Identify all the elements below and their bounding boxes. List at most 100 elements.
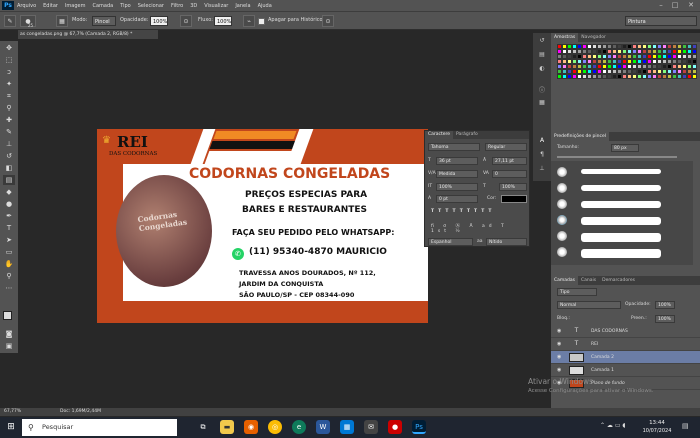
eyedropper-tool-icon[interactable]: ⚲ bbox=[3, 103, 15, 113]
menu-tipo[interactable]: Tipo bbox=[120, 3, 131, 9]
notifications-icon[interactable]: ▤ bbox=[682, 422, 689, 430]
antialias-select[interactable]: Nítido bbox=[486, 238, 527, 246]
task-view-icon[interactable]: ⧉ bbox=[196, 420, 210, 434]
language-select[interactable]: Espanhol bbox=[428, 238, 473, 246]
swatches-icon[interactable]: ▦ bbox=[537, 99, 547, 108]
tab-navigator[interactable]: Navegador bbox=[578, 33, 609, 42]
text-style-buttons[interactable]: TTTTTTTTT bbox=[431, 209, 495, 214]
horizontal-scale-input[interactable]: 100% bbox=[499, 183, 527, 191]
quick-select-tool-icon[interactable]: ✦ bbox=[3, 79, 15, 89]
font-size-input[interactable]: 36 pt bbox=[436, 157, 478, 165]
type-tool-icon[interactable]: T bbox=[3, 223, 15, 233]
gradient-tool-icon[interactable]: ▤ bbox=[3, 175, 15, 185]
menu-editar[interactable]: Editar bbox=[43, 3, 58, 9]
stamp-tool-icon[interactable]: ⊥ bbox=[3, 139, 15, 149]
move-tool-icon[interactable]: ✥ bbox=[3, 43, 15, 53]
brush-tip-1[interactable] bbox=[557, 167, 567, 177]
lasso-tool-icon[interactable]: ↄ bbox=[3, 67, 15, 77]
blur-tool-icon[interactable]: ◆ bbox=[3, 187, 15, 197]
brush-size-slider[interactable] bbox=[557, 156, 677, 158]
tab-paragraph[interactable]: Parágrafo bbox=[453, 131, 481, 139]
brush-tool-icon[interactable]: ✎ bbox=[4, 15, 16, 27]
blend-mode-select[interactable]: Normal bbox=[557, 301, 621, 309]
firefox-icon[interactable]: ◉ bbox=[244, 420, 258, 434]
mode-select[interactable]: Pincel bbox=[92, 16, 116, 26]
clock-date[interactable]: 10/07/2024 bbox=[642, 428, 672, 434]
foreground-color-swatch[interactable] bbox=[3, 311, 12, 320]
visibility-eye-icon[interactable]: ◉ bbox=[557, 325, 561, 338]
layer-das-codornas[interactable]: ◉ T DAS CODORNAS bbox=[551, 325, 700, 338]
menu-visualizar[interactable]: Visualizar bbox=[204, 3, 228, 9]
layer-camada-2[interactable]: ◉ Camada 2 bbox=[551, 351, 700, 364]
word-icon[interactable]: W bbox=[316, 420, 330, 434]
brush-tip-3[interactable] bbox=[557, 199, 567, 209]
pressure-size-icon[interactable]: ⊙ bbox=[322, 15, 334, 27]
workspace-select[interactable]: Pintura bbox=[625, 16, 697, 26]
brush-tip-6[interactable] bbox=[557, 247, 567, 257]
paragraph-icon[interactable]: ¶ bbox=[537, 151, 547, 160]
erase-history-checkbox[interactable] bbox=[258, 18, 265, 25]
clock-time[interactable]: 13:44 bbox=[642, 420, 672, 426]
brush-presets-title[interactable]: Predefinições de pincel bbox=[551, 132, 609, 141]
chrome-icon[interactable]: ◎ bbox=[268, 420, 282, 434]
hand-tool-icon[interactable]: ✋ bbox=[3, 259, 15, 269]
tab-layers[interactable]: Camadas bbox=[551, 276, 578, 285]
brush-panel-icon[interactable]: ▦ bbox=[56, 15, 68, 27]
layer-rei[interactable]: ◉ T REI bbox=[551, 338, 700, 351]
zoom-level[interactable]: 67,77% bbox=[4, 408, 21, 416]
font-family-select[interactable]: Tahoma bbox=[428, 143, 480, 151]
path-select-icon[interactable]: ➤ bbox=[3, 235, 15, 245]
marquee-tool-icon[interactable]: ⬚ bbox=[3, 55, 15, 65]
airbrush-icon[interactable]: ⌁ bbox=[243, 15, 255, 27]
brush-tool-icon[interactable]: ✎ bbox=[3, 127, 15, 137]
more-tools-icon[interactable]: ⋯ bbox=[3, 283, 15, 293]
pressure-opacity-icon[interactable]: ⊙ bbox=[180, 15, 192, 27]
menu-filtro[interactable]: Filtro bbox=[171, 3, 183, 9]
text-color-swatch[interactable] bbox=[501, 195, 527, 203]
brush-tip-4-selected[interactable] bbox=[557, 215, 567, 225]
eraser-tool-icon[interactable]: ◧ bbox=[3, 163, 15, 173]
layer-kind-filter[interactable]: Tipo bbox=[557, 288, 597, 296]
close-icon[interactable]: ✕ bbox=[684, 0, 698, 11]
dodge-tool-icon[interactable]: ● bbox=[3, 199, 15, 209]
flow-input[interactable]: 100% bbox=[214, 16, 232, 26]
document-canvas[interactable]: ♛ REI DAS CODORNAS Codornas Congeladas C… bbox=[97, 129, 428, 323]
brush-tip-5[interactable] bbox=[557, 231, 567, 241]
photoshop-taskbar-icon[interactable]: Ps bbox=[412, 420, 426, 434]
document-tab[interactable]: as congeladas.png @ 67,7% (Camada 2, RGB… bbox=[18, 30, 158, 39]
clone-source-icon[interactable]: ⊥ bbox=[537, 165, 547, 174]
screen-mode-icon[interactable]: ▣ bbox=[3, 341, 15, 351]
brush-size-input[interactable]: 80 px bbox=[611, 144, 639, 152]
windows-start-icon[interactable]: ⊞ bbox=[4, 420, 18, 434]
file-explorer-icon[interactable]: ▬ bbox=[220, 420, 234, 434]
character-icon[interactable]: A bbox=[537, 137, 547, 146]
font-style-select[interactable]: Regular bbox=[485, 143, 527, 151]
tab-channels[interactable]: Canais bbox=[578, 276, 599, 285]
edge-icon[interactable]: e bbox=[292, 420, 306, 434]
visibility-eye-icon[interactable]: ◉ bbox=[557, 351, 561, 364]
store-icon[interactable]: ▦ bbox=[340, 420, 354, 434]
properties-icon[interactable]: ▤ bbox=[537, 51, 547, 60]
kerning-select[interactable]: Medida bbox=[436, 170, 478, 178]
opentype-buttons[interactable]: ﬁ σ Ⓐ Ā ad T 1st ½ bbox=[431, 223, 529, 234]
menu-camada[interactable]: Camada bbox=[92, 3, 113, 9]
zoom-tool-icon[interactable]: ⚲ bbox=[3, 271, 15, 281]
tab-character[interactable]: Caractere bbox=[425, 131, 454, 139]
taskbar-search[interactable]: ⚲ Pesquisar bbox=[22, 419, 177, 436]
maximize-icon[interactable]: □ bbox=[668, 0, 682, 11]
menu-3d[interactable]: 3D bbox=[190, 3, 197, 9]
menu-janela[interactable]: Janela bbox=[235, 3, 250, 9]
tab-swatches[interactable]: Amostras bbox=[551, 33, 579, 42]
opacity-input[interactable]: 100% bbox=[150, 16, 168, 26]
pen-tool-icon[interactable]: ✒ bbox=[3, 211, 15, 221]
leading-input[interactable]: 27,11 pt bbox=[492, 157, 527, 165]
mail-icon[interactable]: ✉ bbox=[364, 420, 378, 434]
menu-imagem[interactable]: Imagem bbox=[65, 3, 86, 9]
minimize-icon[interactable]: – bbox=[654, 0, 668, 11]
layer-camada-1[interactable]: ◉ Camada 1 bbox=[551, 364, 700, 377]
tray-icons[interactable]: ⌃ ☁ ▭ ◖ bbox=[600, 422, 626, 429]
healing-tool-icon[interactable]: ✚ bbox=[3, 115, 15, 125]
swatch[interactable] bbox=[692, 74, 697, 79]
brush-tip-2[interactable] bbox=[557, 183, 567, 193]
fill-input[interactable]: 100% bbox=[655, 315, 675, 323]
